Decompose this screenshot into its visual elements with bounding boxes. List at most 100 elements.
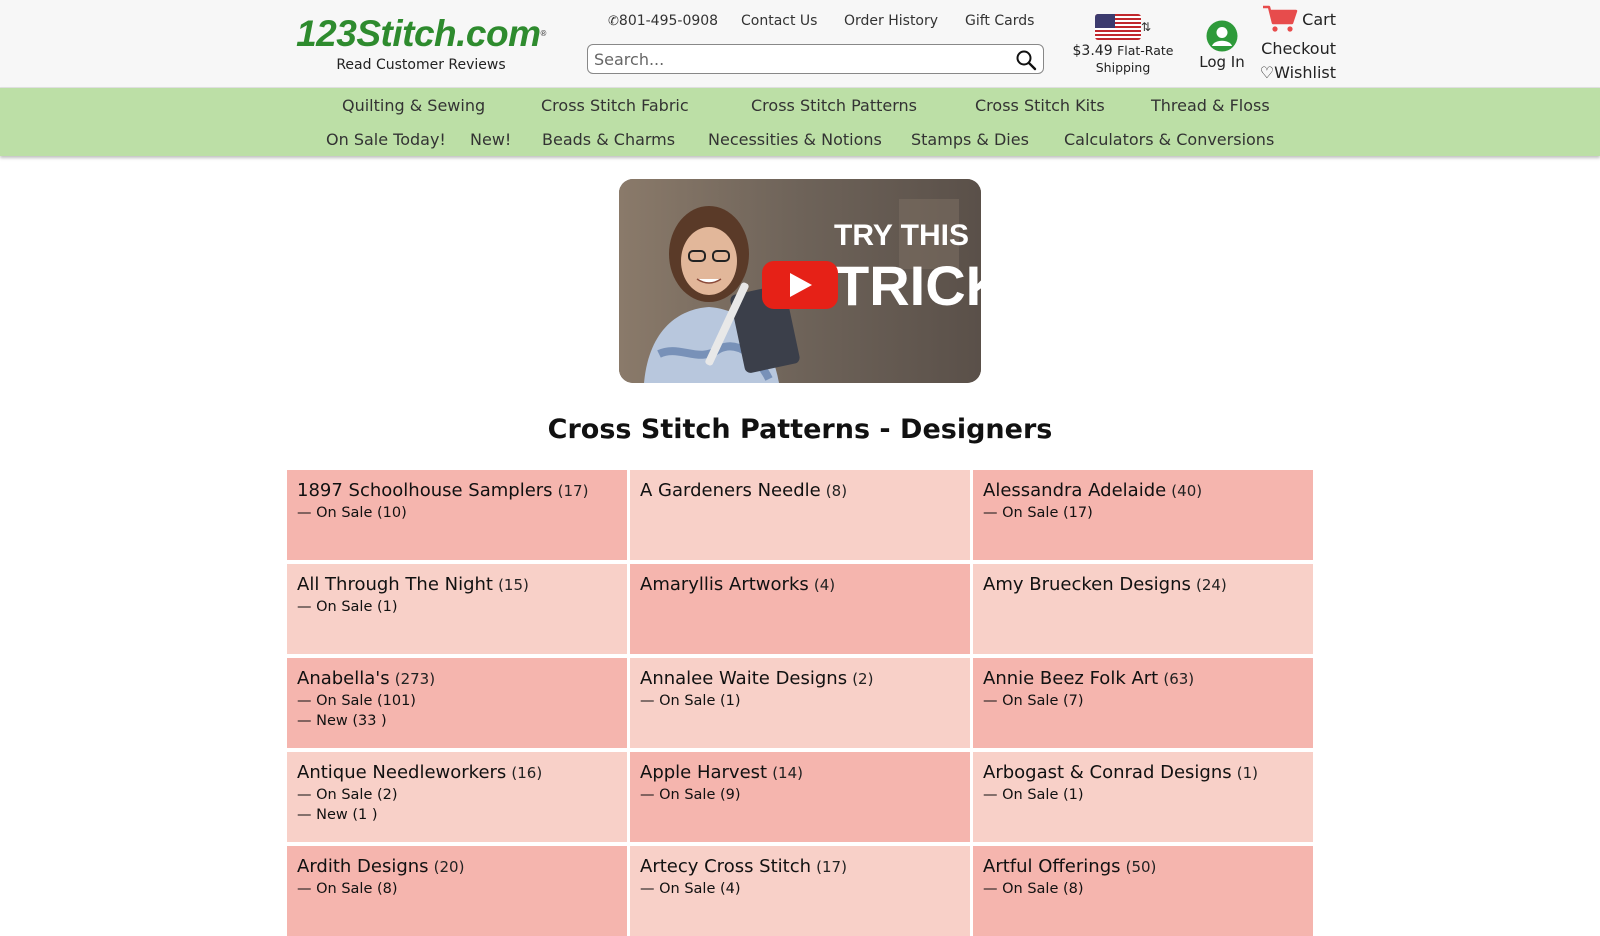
cart-icon[interactable] [1262,4,1298,34]
search-input[interactable] [588,45,998,73]
video-thumbnail[interactable]: TRY THIS TRICK [619,179,981,383]
designer-sub-link[interactable]: — On Sale (101) [297,691,617,711]
designer-card[interactable]: Amaryllis Artworks (4) [630,564,970,654]
nav-cross-stitch-patterns[interactable]: Cross Stitch Patterns [751,96,917,115]
designer-name-link[interactable]: Anabella's [297,668,390,689]
designer-card[interactable]: Ardith Designs (20) — On Sale (8) [287,846,627,936]
nav-cross-stitch-kits[interactable]: Cross Stitch Kits [975,96,1105,115]
video-text-line2: TRICK [835,254,981,317]
checkout-link[interactable]: Checkout [1252,38,1336,60]
designer-sub-link[interactable]: — On Sale (2) [297,785,617,805]
designer-title: Artful Offerings (50) [983,855,1303,879]
cart-area: Cart Checkout ♡Wishlist [1252,4,1336,84]
designer-count: (50) [1125,858,1157,876]
designer-card[interactable]: Amy Bruecken Designs (24) [973,564,1313,654]
designer-card[interactable]: All Through The Night (15) — On Sale (1) [287,564,627,654]
site-header: 123Stitch.com® Read Customer Reviews ✆80… [0,0,1600,88]
designer-card[interactable]: Annalee Waite Designs (2) — On Sale (1) [630,658,970,748]
shipping-info[interactable]: ⇅ $3.49 Flat-Rate Shipping [1068,14,1178,75]
designer-count: (40) [1171,482,1203,500]
designer-name-link[interactable]: Amaryllis Artworks [640,574,809,595]
wishlist-link[interactable]: ♡Wishlist [1252,62,1336,84]
designer-sub-link[interactable]: — On Sale (8) [983,879,1303,899]
designer-count: (8) [825,482,848,500]
designer-sub-link[interactable]: — New (33 ) [297,711,617,731]
designer-card[interactable]: Anabella's (273) — On Sale (101) — New (33… [287,658,627,748]
designer-card[interactable]: Annie Beez Folk Art (63) — On Sale (7) [973,658,1313,748]
designer-count: (16) [511,764,543,782]
designer-sub-link[interactable]: — New (1 ) [297,805,617,825]
designer-title: Annie Beez Folk Art (63) [983,667,1303,691]
designer-name-link[interactable]: All Through The Night [297,574,493,595]
designer-card[interactable]: Alessandra Adelaide (40) — On Sale (17) [973,470,1313,560]
designer-name-link[interactable]: 1897 Schoolhouse Samplers [297,480,553,501]
designer-sub-link[interactable]: — On Sale (1) [297,597,617,617]
designer-title: All Through The Night (15) [297,573,617,597]
play-icon[interactable] [762,261,838,309]
search-icon[interactable] [1015,49,1037,71]
designer-name-link[interactable]: Apple Harvest [640,762,767,783]
swap-icon[interactable]: ⇅ [1141,20,1151,34]
phone-icon: ✆ [608,14,619,29]
nav-beads-charms[interactable]: Beads & Charms [542,130,675,149]
designer-name-link[interactable]: Amy Bruecken Designs [983,574,1191,595]
designer-card[interactable]: Arbogast & Conrad Designs (1) — On Sale (… [973,752,1313,842]
cart-label[interactable]: Cart [1302,10,1336,29]
designer-sub-link[interactable]: — On Sale (1) [983,785,1303,805]
login-label[interactable]: Log In [1199,53,1245,71]
read-reviews-link[interactable]: Read Customer Reviews [286,57,556,73]
nav-calculators-conversions[interactable]: Calculators & Conversions [1064,130,1274,149]
video-text-line1: TRY THIS [834,219,969,252]
designer-count: (15) [498,576,529,594]
page-title: Cross Stitch Patterns - Designers [547,414,1053,445]
logo[interactable]: 123Stitch.com® Read Customer Reviews [286,12,556,73]
cart-link[interactable]: Cart [1252,4,1336,34]
designer-card[interactable]: A Gardeners Needle (8) [630,470,970,560]
nav-stamps-dies[interactable]: Stamps & Dies [911,130,1029,149]
designer-sub-link[interactable]: — On Sale (1) [640,691,960,711]
designer-name-link[interactable]: Artful Offerings [983,856,1121,877]
designer-name-link[interactable]: Annie Beez Folk Art [983,668,1158,689]
order-history-link[interactable]: Order History [844,13,938,29]
designer-title: Arbogast & Conrad Designs (1) [983,761,1303,785]
designer-name-link[interactable]: Arbogast & Conrad Designs [983,762,1232,783]
nav-quilting-sewing[interactable]: Quilting & Sewing [342,96,485,115]
search-box [587,44,1044,74]
designer-card[interactable]: Artful Offerings (50) — On Sale (8) [973,846,1313,936]
designer-title: Ardith Designs (20) [297,855,617,879]
designer-sub-link[interactable]: — On Sale (7) [983,691,1303,711]
designer-count: (4) [813,576,836,594]
designer-card[interactable]: Artecy Cross Stitch (17) — On Sale (4) [630,846,970,936]
designer-title: 1897 Schoolhouse Samplers (17) [297,479,617,503]
designer-sub-link[interactable]: — On Sale (17) [983,503,1303,523]
designer-count: (63) [1163,670,1195,688]
nav-thread-floss[interactable]: Thread & Floss [1151,96,1270,115]
login-link[interactable]: Log In [1196,20,1248,71]
designer-name-link[interactable]: A Gardeners Needle [640,480,821,501]
designer-name-link[interactable]: Antique Needleworkers [297,762,506,783]
designer-card[interactable]: 1897 Schoolhouse Samplers (17) — On Sale … [287,470,627,560]
designer-sub-link[interactable]: — On Sale (8) [297,879,617,899]
main-nav: Quilting & Sewing Cross Stitch Fabric Cr… [0,88,1600,156]
designer-card[interactable]: Antique Needleworkers (16) — On Sale (2) —… [287,752,627,842]
designer-name-link[interactable]: Artecy Cross Stitch [640,856,811,877]
designer-name-link[interactable]: Annalee Waite Designs [640,668,847,689]
logo-text[interactable]: 123Stitch.com® [286,12,556,56]
nav-necessities-notions[interactable]: Necessities & Notions [708,130,882,149]
designer-sub-link[interactable]: — On Sale (9) [640,785,960,805]
nav-on-sale-today[interactable]: On Sale Today! [326,130,446,149]
nav-cross-stitch-fabric[interactable]: Cross Stitch Fabric [541,96,689,115]
designer-name-link[interactable]: Alessandra Adelaide [983,480,1166,501]
designer-sub-link[interactable]: — On Sale (4) [640,879,960,899]
designer-card[interactable]: Apple Harvest (14) — On Sale (9) [630,752,970,842]
designer-name-link[interactable]: Ardith Designs [297,856,429,877]
contact-us-link[interactable]: Contact Us [741,13,817,29]
gift-cards-link[interactable]: Gift Cards [965,13,1034,29]
designer-sub-link[interactable]: — On Sale (10) [297,503,617,523]
phone-link[interactable]: ✆801-495-0908 [608,13,730,29]
designer-title: Artecy Cross Stitch (17) [640,855,960,879]
shipping-label-2: Shipping [1095,60,1151,75]
us-flag-icon[interactable] [1094,14,1141,40]
nav-new[interactable]: New! [470,130,511,149]
designer-title: Anabella's (273) [297,667,617,691]
